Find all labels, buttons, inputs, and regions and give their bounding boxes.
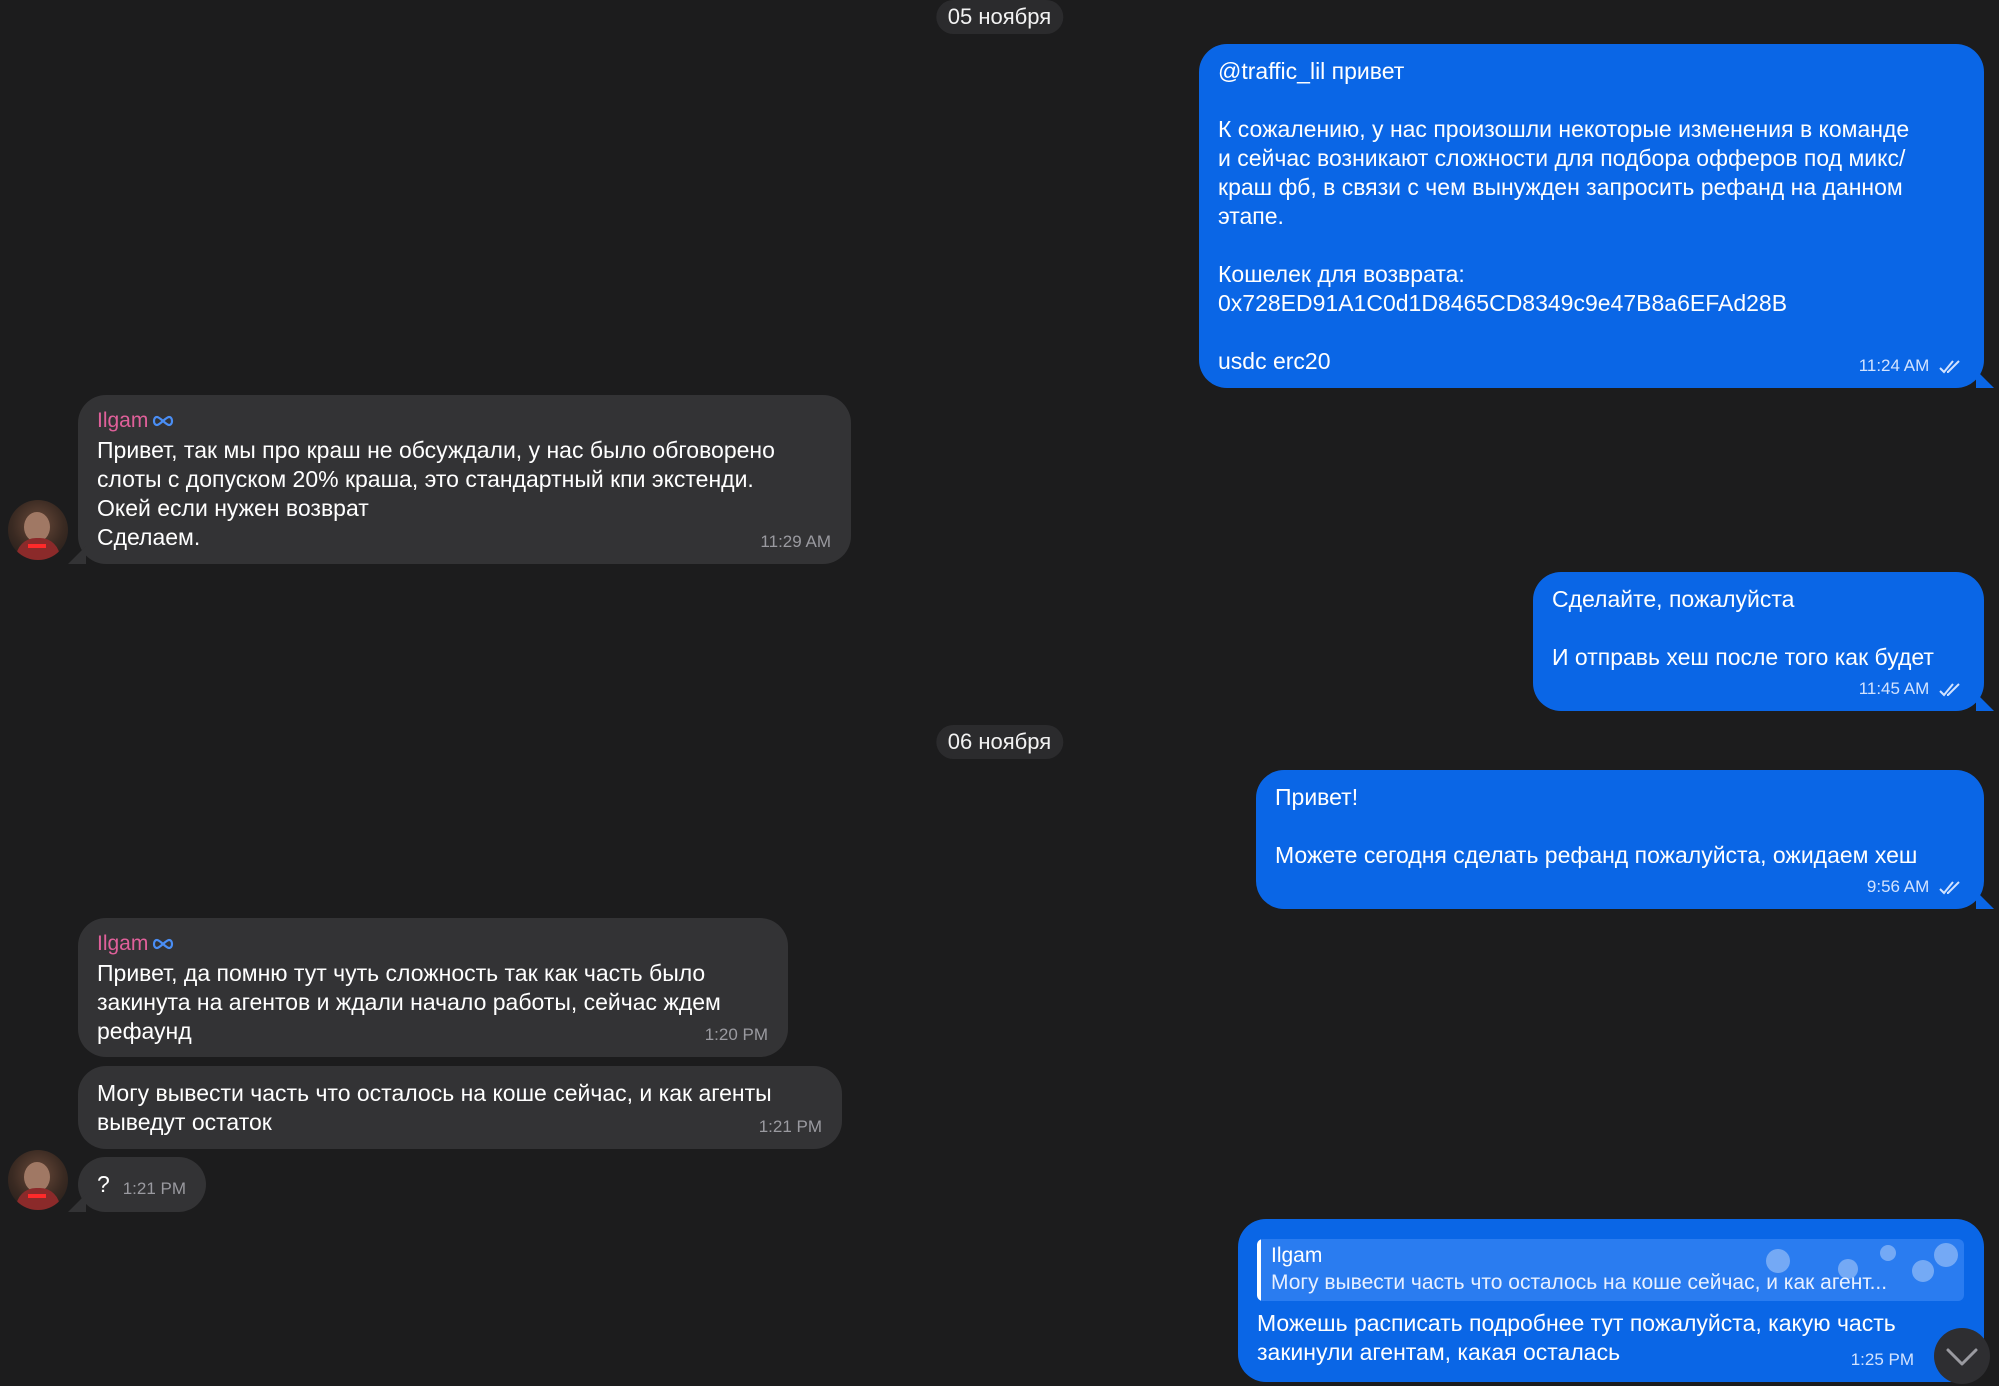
bubble-tail — [68, 1194, 86, 1212]
message-text: Привет, так мы про краш не обсуждали, у … — [97, 437, 775, 463]
outgoing-message[interactable]: Сделайте, пожалуйста И отправь хеш после… — [1533, 572, 1994, 711]
message-text: Сделаем. — [97, 524, 201, 550]
message-time: 11:45 AM — [1858, 679, 1930, 698]
message-text — [1218, 231, 1964, 260]
message-text: И отправь хеш после того как будет — [1552, 644, 1934, 670]
date-separator: 06 ноября — [935, 725, 1064, 759]
message-text: @traffic_lil привет — [1218, 58, 1405, 84]
message-time: 1:20 PM — [704, 1025, 768, 1044]
message-meta: 9:56 AM — [1867, 877, 1964, 897]
message-meta: 11:45 AM — [1859, 679, 1964, 699]
bubble-tail — [1976, 693, 1994, 711]
money-bag-pattern-icon — [1766, 1243, 1958, 1282]
message-text: и сейчас возникают сложности для подбора… — [1218, 145, 1906, 171]
message-text: Могу вывести часть что осталось на коше … — [97, 1080, 772, 1106]
incoming-message[interactable]: Ilgam Привет, так мы про краш не обсужда… — [68, 395, 851, 564]
message-text: краш фб, в связи с чем вынужден запросит… — [1218, 174, 1903, 200]
bubble-tail — [68, 546, 86, 564]
message-meta: 1:21 PM — [759, 1117, 822, 1137]
message-time: 11:24 AM — [1858, 356, 1930, 375]
incoming-message[interactable]: Могу вывести часть что осталось на коше … — [78, 1066, 842, 1149]
message-time: 1:25 PM — [1850, 1350, 1914, 1369]
message-text — [1552, 614, 1964, 643]
message-text: usdc erc20 — [1218, 348, 1331, 374]
avatar[interactable] — [8, 500, 68, 560]
outgoing-message[interactable]: @traffic_lil привет К сожалению, у нас п… — [1199, 44, 1994, 388]
message-time: 11:29 AM — [760, 532, 831, 551]
meta-infinity-icon — [153, 939, 174, 950]
incoming-message[interactable]: ? 1:21 PM — [68, 1157, 206, 1212]
meta-infinity-icon — [153, 416, 174, 427]
scroll-down-button[interactable] — [1934, 1328, 1990, 1384]
message-text: Окей если нужен возврат — [97, 495, 369, 521]
double-check-icon — [1939, 359, 1960, 374]
message-text — [1218, 86, 1964, 115]
bubble-tail — [1976, 370, 1994, 388]
bubble-tail — [1976, 891, 1994, 909]
message-text: 0x728ED91A1C0d1D8465CD8349c9e47B8a6EFAd2… — [1218, 290, 1788, 316]
message-text: слоты с допуском 20% краша, это стандарт… — [97, 466, 754, 492]
message-time: 1:21 PM — [758, 1117, 822, 1136]
message-text: ? — [97, 1171, 110, 1197]
message-text: Кошелек для возврата: — [1218, 261, 1465, 287]
message-time: 1:21 PM — [122, 1179, 186, 1198]
message-text: Сделайте, пожалуйста — [1552, 586, 1795, 612]
chat-view: 05 ноября @traffic_lil привет К сожалени… — [0, 0, 1999, 1386]
message-time: 9:56 AM — [1866, 877, 1930, 896]
double-check-icon — [1939, 682, 1960, 697]
message-text: Можете сегодня сделать рефанд пожалуйста… — [1275, 842, 1918, 868]
message-text: рефаунд — [97, 1018, 192, 1044]
message-meta: 1:21 PM — [123, 1179, 186, 1199]
message-text: этапе. — [1218, 203, 1284, 229]
message-text: Привет, да помню тут чуть сложность так … — [97, 960, 706, 986]
chevron-down-icon — [1946, 1348, 1978, 1366]
outgoing-message[interactable]: Привет! Можете сегодня сделать рефанд по… — [1256, 770, 1994, 909]
message-text: Привет! — [1275, 784, 1359, 810]
message-text — [1218, 318, 1964, 347]
message-text: К сожалению, у нас произошли некоторые и… — [1218, 116, 1910, 142]
avatar[interactable] — [8, 1150, 68, 1210]
message-text: Можешь расписать подробнее тут пожалуйст… — [1257, 1310, 1896, 1336]
reply-quote[interactable]: Ilgam Могу вывести часть что осталось на… — [1257, 1239, 1964, 1301]
sender-name[interactable]: Ilgam — [97, 408, 831, 434]
message-meta: 1:20 PM — [705, 1025, 768, 1045]
message-meta: 1:25 PM — [1851, 1350, 1914, 1370]
date-separator: 05 ноября — [935, 0, 1064, 34]
outgoing-message[interactable]: Ilgam Могу вывести часть что осталось на… — [1238, 1219, 1984, 1382]
sender-name[interactable]: Ilgam — [97, 931, 768, 957]
message-text: выведут остаток — [97, 1109, 272, 1135]
double-check-icon — [1939, 880, 1960, 895]
message-text — [1275, 812, 1964, 841]
incoming-message[interactable]: Ilgam Привет, да помню тут чуть сложност… — [78, 918, 788, 1057]
message-meta: 11:24 AM — [1859, 356, 1964, 376]
message-text: закинута на агентов и ждали начало работ… — [97, 989, 721, 1015]
message-meta: 11:29 AM — [760, 532, 831, 552]
